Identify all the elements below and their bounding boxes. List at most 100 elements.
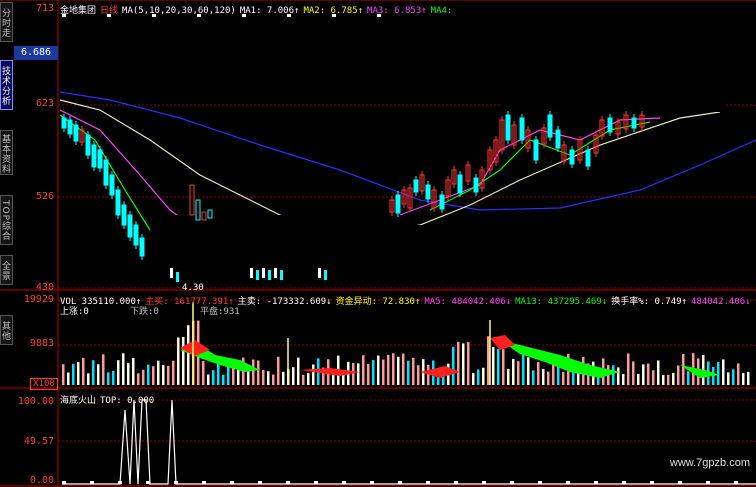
overlay-block [160, 215, 385, 285]
volume-bar [537, 362, 540, 385]
volume-bar [367, 364, 370, 385]
candle-body [505, 114, 511, 141]
volume-bar [222, 374, 225, 385]
volume-bar [462, 343, 465, 385]
price-cursor-value: 6.686 [14, 46, 58, 60]
tab-panorama[interactable]: 全景 [0, 255, 13, 285]
volume-bar [377, 355, 380, 385]
candle-body [109, 174, 115, 196]
tab-other[interactable]: 其他 [0, 315, 13, 345]
candle-body [607, 117, 613, 133]
volume-bar [662, 374, 665, 385]
indicator-axis-bottom: 0.00 [29, 475, 54, 486]
indicator-header: 海底火山 TOP: 0.000 [60, 393, 158, 406]
turnover-value: 换手率%: 0.749↑ [611, 297, 687, 307]
ma-params: MA(5,10,20,30,60,120) [122, 6, 236, 16]
tab-top-summary[interactable]: TOP综合 [0, 195, 13, 245]
volume-bar [667, 374, 670, 385]
indicator-axis-top: 100.00 [17, 396, 54, 407]
volume-bar [147, 364, 150, 385]
watermark: www.7gpzb.com [669, 457, 750, 469]
overlay-block [500, 88, 725, 112]
volume-bar [732, 369, 735, 385]
extra-vol-value: 484042.406↓ [690, 297, 751, 307]
candle-body [547, 114, 553, 138]
volume-bar [182, 336, 185, 385]
indicator-name[interactable]: 海底火山 [60, 396, 96, 406]
volume-bar [507, 368, 510, 385]
volume-bar [137, 373, 140, 385]
candle-body [425, 184, 431, 200]
ma1-value: MA1: 7.006↑ [239, 6, 300, 16]
candle-body [533, 139, 539, 161]
volume-bar [282, 371, 285, 385]
candle-body [519, 117, 525, 141]
volume-bar [72, 363, 75, 385]
volume-bar [172, 360, 175, 385]
tab-intraday[interactable]: 分时走势 [0, 2, 13, 42]
price-axis-623: 623 [35, 98, 54, 109]
volume-bar [512, 358, 515, 385]
volume-bar [467, 342, 470, 385]
candle-body [115, 189, 121, 216]
ma13-vol-value: MA13: 437295.469↓ [515, 297, 608, 307]
volume-bar [487, 336, 490, 385]
volume-bar [642, 364, 645, 385]
volume-bar [492, 346, 495, 385]
volume-bar [402, 353, 405, 385]
price-axis-430: 430 [35, 282, 54, 293]
volume-bar [502, 349, 505, 385]
volume-bar [457, 341, 460, 385]
volume-bar [417, 365, 420, 385]
low-price-label: 4.30 [182, 283, 204, 293]
volume-bar [272, 374, 275, 385]
volume-bar [727, 372, 730, 385]
volume-bar [132, 357, 135, 385]
volume-axis-mid: 9883 [29, 338, 54, 349]
volume-bar [292, 367, 295, 385]
volume-bar [717, 361, 720, 385]
volume-unit: X100 [30, 378, 58, 390]
volume-header: VOL 335110.000↑ 主买: 161777.391↑ 主卖: -17333… [60, 294, 755, 307]
tab-technical-analysis[interactable]: 技术分析 [0, 60, 13, 110]
volume-bar [97, 364, 100, 385]
volume-bar [647, 363, 650, 385]
ma4-value: MA4: [430, 6, 453, 16]
period-label[interactable]: 日线 [100, 6, 118, 16]
price-header: 金地集团 日线 MA(5,10,20,30,60,120) MA1: 7.006↑ MA… [60, 3, 456, 16]
candle-body [569, 149, 575, 165]
candle-body [473, 177, 479, 193]
tab-fundamentals[interactable]: 基本资料 [0, 130, 13, 175]
volume-bar [252, 359, 255, 385]
volume-bar [392, 353, 395, 385]
volume-bar [267, 371, 270, 385]
candle-body [91, 144, 97, 168]
volume-bar [67, 372, 70, 385]
volume-bar [117, 360, 120, 385]
volume-bar [122, 353, 125, 385]
volume-bar [527, 357, 530, 385]
volume-bar [157, 360, 160, 385]
candle-body [139, 237, 145, 257]
main-sell-value: 主卖: -173332.609↓ [237, 297, 332, 307]
indicator-top-value: TOP: 0.000 [100, 396, 155, 406]
indicator-line [62, 399, 756, 485]
candle-body [457, 174, 463, 194]
candle-body [274, 268, 277, 278]
candle-body [256, 270, 259, 280]
candle-body [61, 117, 67, 129]
candle-body [413, 179, 419, 193]
candle-body [103, 159, 109, 186]
volume-bar [677, 365, 680, 385]
volume-bar [312, 364, 315, 385]
volume-bar [652, 370, 655, 385]
volume-bar [682, 353, 685, 385]
volume-bar [452, 346, 455, 385]
chart-canvas[interactable] [0, 0, 756, 487]
volume-bar [372, 360, 375, 385]
flat-count: 平盘:931 [200, 307, 240, 317]
volume-bar [142, 369, 145, 385]
volume-bar [102, 354, 105, 385]
candle-body [170, 268, 173, 278]
volume-bar [742, 373, 745, 385]
